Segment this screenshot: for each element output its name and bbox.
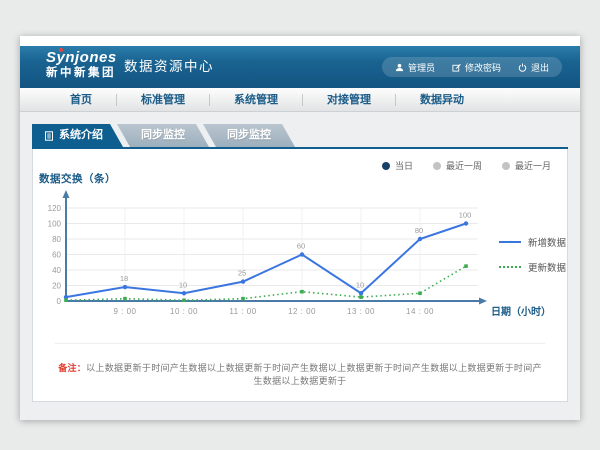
svg-text:13 : 00: 13 : 00 xyxy=(347,307,375,316)
edit-icon xyxy=(452,63,461,72)
svg-text:40: 40 xyxy=(52,266,61,275)
svg-text:100: 100 xyxy=(48,220,62,229)
chart-y-axis-title: 数据交换（条） xyxy=(39,171,116,186)
tab-sync-monitor-2[interactable]: 同步监控 xyxy=(203,124,295,147)
nav-item-standard-mgmt[interactable]: 标准管理 xyxy=(117,94,210,106)
svg-text:120: 120 xyxy=(48,204,62,213)
nav-item-data-change[interactable]: 数据异动 xyxy=(396,94,488,106)
nav-item-home[interactable]: 首页 xyxy=(46,94,117,106)
nav-item-system-mgmt[interactable]: 系统管理 xyxy=(210,94,303,106)
svg-text:9 : 00: 9 : 00 xyxy=(113,307,136,316)
svg-text:18: 18 xyxy=(120,274,128,283)
radio-last-month[interactable]: 最近一月 xyxy=(502,159,551,172)
logo-wordmark: Synjones xyxy=(46,49,117,66)
svg-text:25: 25 xyxy=(238,269,246,278)
legend-label: 新增数据 xyxy=(528,235,566,249)
svg-text:20: 20 xyxy=(52,282,61,291)
logout-button[interactable]: 退出 xyxy=(518,61,549,74)
radio-label: 最近一月 xyxy=(515,159,551,172)
svg-text:80: 80 xyxy=(415,226,423,235)
user-label: 管理员 xyxy=(408,61,435,74)
svg-text:0: 0 xyxy=(57,297,62,306)
svg-text:80: 80 xyxy=(52,235,61,244)
radio-last-week[interactable]: 最近一周 xyxy=(433,159,482,172)
change-password-label: 修改密码 xyxy=(465,61,501,74)
legend-label: 更新数据 xyxy=(528,260,566,274)
tab-label: 同步监控 xyxy=(141,124,185,147)
person-icon xyxy=(395,63,404,72)
legend-swatch-solid-blue xyxy=(499,241,521,243)
footnote-text: 以上数据更新于时间产生数据以上数据更新于时间产生数据以上数据更新于时间产生数据以… xyxy=(86,363,542,386)
user-actions-pill: 管理员 修改密码 退出 xyxy=(382,57,562,77)
radio-label: 当日 xyxy=(395,159,413,172)
svg-text:日期（小时）: 日期（小时） xyxy=(491,305,551,318)
line-chart: 0 20 40 60 80 100 120 9 : 00 10 : 00 11 : 00 12 : … xyxy=(43,189,559,324)
app-header: Synjones 新中新集团 数据资源中心 管理员 修改密码 退出 xyxy=(20,46,580,88)
logo-accent-dot xyxy=(59,48,63,52)
content-area: 系统介绍 同步监控 同步监控 当日 最近一周 xyxy=(20,112,580,420)
logout-label: 退出 xyxy=(531,61,549,74)
tab-sync-monitor-1[interactable]: 同步监控 xyxy=(117,124,209,147)
svg-text:11 : 00: 11 : 00 xyxy=(229,307,256,316)
logo-secondary-text: 新中新集团 xyxy=(46,67,117,80)
change-password-button[interactable]: 修改密码 xyxy=(452,61,501,74)
footnote: 备注：以上数据更新于时间产生数据以上数据更新于时间产生数据以上数据更新于时间产生… xyxy=(55,343,545,387)
radio-today[interactable]: 当日 xyxy=(382,159,413,172)
power-icon xyxy=(518,63,527,72)
legend-item-updated-data[interactable]: 更新数据 xyxy=(499,260,566,274)
legend-swatch-dotted-green xyxy=(499,266,521,268)
tab-bar: 系统介绍 同步监控 同步监控 xyxy=(32,124,295,147)
chart-legend: 新增数据 更新数据 xyxy=(499,235,566,285)
chart-panel: 当日 最近一周 最近一月 数据交换（条） 0 20 40 60 80 100 120 9 : … xyxy=(32,149,568,402)
tab-label: 同步监控 xyxy=(227,124,271,147)
radio-dot xyxy=(433,162,441,170)
svg-text:14 : 00: 14 : 00 xyxy=(406,307,434,316)
tab-system-intro[interactable]: 系统介绍 xyxy=(32,124,123,147)
logo: Synjones 新中新集团 xyxy=(46,50,117,79)
nav-item-interface-mgmt[interactable]: 对接管理 xyxy=(303,94,396,106)
radio-dot-selected xyxy=(382,162,390,170)
window-top-strip xyxy=(20,36,580,46)
logo-primary-text: Synjones xyxy=(46,50,117,67)
document-icon xyxy=(44,131,54,141)
main-nav: 首页 标准管理 系统管理 对接管理 数据异动 xyxy=(20,88,580,112)
user-button[interactable]: 管理员 xyxy=(395,61,435,74)
radio-dot xyxy=(502,162,510,170)
svg-text:10: 10 xyxy=(179,280,187,289)
svg-text:100: 100 xyxy=(459,211,472,220)
legend-item-new-data[interactable]: 新增数据 xyxy=(499,235,566,249)
svg-text:60: 60 xyxy=(297,242,305,251)
app-window: Synjones 新中新集团 数据资源中心 管理员 修改密码 退出 首页 标准管… xyxy=(20,36,580,420)
tab-label: 系统介绍 xyxy=(59,124,103,147)
footnote-prefix: 备注： xyxy=(58,363,86,373)
page-title: 数据资源中心 xyxy=(124,46,214,88)
svg-text:10: 10 xyxy=(356,280,364,289)
time-range-filters: 当日 最近一周 最近一月 xyxy=(382,159,551,172)
svg-text:60: 60 xyxy=(52,251,61,260)
svg-text:12 : 00: 12 : 00 xyxy=(288,307,316,316)
radio-label: 最近一周 xyxy=(446,159,482,172)
svg-text:10 : 00: 10 : 00 xyxy=(170,307,198,316)
